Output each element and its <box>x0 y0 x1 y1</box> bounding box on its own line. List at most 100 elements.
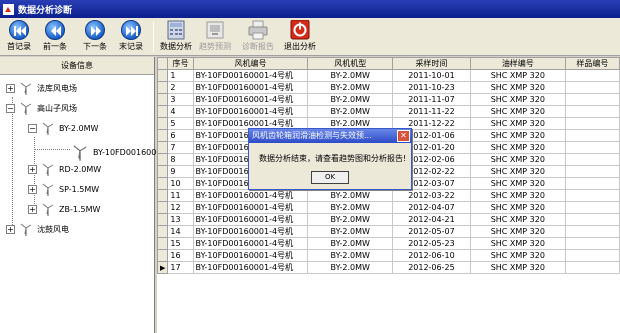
row-selector[interactable] <box>157 213 169 226</box>
dialog-close-button[interactable]: ✕ <box>397 130 410 142</box>
table-cell[interactable] <box>564 153 620 166</box>
tree-node-faku-wind-farm[interactable]: + 法库风电场 <box>6 81 77 95</box>
table-cell[interactable] <box>564 165 620 178</box>
table-cell[interactable] <box>564 117 620 130</box>
table-cell[interactable]: BY-10FD00160001-4号机 <box>192 201 309 214</box>
collapse-icon[interactable]: − <box>6 103 15 113</box>
next-record-button[interactable]: 下一条 <box>80 20 110 54</box>
collapse-icon[interactable]: − <box>28 123 37 133</box>
table-cell[interactable]: BY-10FD00160001-4号机 <box>192 93 309 106</box>
table-cell[interactable] <box>564 141 620 154</box>
tree-node-turbine-by-10fd[interactable]: BY-10FD0016000 <box>70 141 161 163</box>
tree-node-by-2mw[interactable]: − BY-2.0MW <box>28 121 98 135</box>
table-cell[interactable]: BY-2.0MW <box>307 237 394 250</box>
expand-icon[interactable]: + <box>6 83 15 93</box>
row-selector[interactable] <box>157 189 169 202</box>
tree-node-rd-2mw[interactable]: + RD-2.0MW <box>28 162 101 176</box>
table-cell[interactable] <box>564 225 620 238</box>
table-cell[interactable]: 2011-10-23 <box>392 81 471 94</box>
table-cell[interactable]: SHC XMP 320 <box>469 201 566 214</box>
row-selector[interactable] <box>157 141 169 154</box>
column-header[interactable]: 序号 <box>167 57 194 70</box>
table-cell[interactable]: 11 <box>167 189 194 202</box>
table-cell[interactable]: SHC XMP 320 <box>469 81 566 94</box>
table-cell[interactable]: 9 <box>167 165 194 178</box>
row-selector[interactable] <box>157 201 169 214</box>
row-selector[interactable] <box>157 177 169 190</box>
table-cell[interactable] <box>564 249 620 262</box>
table-row[interactable]: 3 BY-10FD00160001-4号机 BY-2.0MW 2011-11-07 SH… <box>157 93 620 106</box>
column-header[interactable]: 采样时间 <box>392 57 471 70</box>
column-header[interactable]: 风机机型 <box>307 57 394 70</box>
table-row[interactable]: 16 BY-10FD00160001-4号机 BY-2.0MW 2012-06-10 S… <box>157 249 620 262</box>
table-row[interactable]: 2 BY-10FD00160001-4号机 BY-2.0MW 2011-10-23 SH… <box>157 81 620 94</box>
table-cell[interactable] <box>564 93 620 106</box>
exit-analysis-button[interactable]: 退出分析 <box>282 20 318 54</box>
table-cell[interactable]: 2012-04-07 <box>392 201 471 214</box>
row-selector[interactable]: ▶ <box>157 261 169 274</box>
column-header[interactable]: 油样编号 <box>469 57 566 70</box>
table-row[interactable]: 4 BY-10FD00160001-4号机 BY-2.0MW 2011-11-22 SH… <box>157 105 620 118</box>
table-cell[interactable]: SHC XMP 320 <box>469 105 566 118</box>
table-row[interactable]: ▶ 17 BY-10FD00160001-4号机 BY-2.0MW 2012-06-25… <box>157 261 620 274</box>
table-cell[interactable]: 13 <box>167 213 194 226</box>
table-cell[interactable]: 7 <box>167 141 194 154</box>
expand-icon[interactable]: + <box>28 164 37 174</box>
table-cell[interactable]: 2011-11-07 <box>392 93 471 106</box>
table-cell[interactable]: BY-2.0MW <box>307 213 394 226</box>
table-cell[interactable]: 2011-10-01 <box>392 69 471 82</box>
table-cell[interactable]: 17 <box>167 261 194 274</box>
table-cell[interactable]: BY-10FD00160001-4号机 <box>192 249 309 262</box>
table-cell[interactable]: SHC XMP 320 <box>469 141 566 154</box>
table-cell[interactable]: SHC XMP 320 <box>469 177 566 190</box>
table-cell[interactable]: SHC XMP 320 <box>469 261 566 274</box>
table-cell[interactable] <box>564 69 620 82</box>
table-cell[interactable] <box>564 177 620 190</box>
tree-node-shengu-wind[interactable]: + 沈鼓风电 <box>6 222 69 236</box>
table-row[interactable]: 14 BY-10FD00160001-4号机 BY-2.0MW 2012-05-07 S… <box>157 225 620 238</box>
tree-node-sp-1.5mw[interactable]: + SP-1.5MW <box>28 182 99 196</box>
table-cell[interactable]: 2 <box>167 81 194 94</box>
table-cell[interactable]: BY-2.0MW <box>307 81 394 94</box>
table-cell[interactable] <box>564 129 620 142</box>
expand-icon[interactable]: + <box>28 184 37 194</box>
table-cell[interactable]: BY-2.0MW <box>307 261 394 274</box>
table-cell[interactable]: SHC XMP 320 <box>469 225 566 238</box>
table-cell[interactable]: 2012-03-22 <box>392 189 471 202</box>
row-selector[interactable] <box>157 165 169 178</box>
table-cell[interactable]: 2012-05-07 <box>392 225 471 238</box>
table-cell[interactable]: BY-10FD00160001-4号机 <box>192 105 309 118</box>
column-header[interactable]: 样品编号 <box>564 57 620 70</box>
last-record-button[interactable]: 末记录 <box>116 20 146 54</box>
diagnosis-report-button[interactable]: 诊断报告 <box>240 20 276 54</box>
table-cell[interactable]: BY-10FD00160001-4号机 <box>192 69 309 82</box>
table-cell[interactable]: 8 <box>167 153 194 166</box>
table-cell[interactable]: 2011-11-22 <box>392 105 471 118</box>
table-cell[interactable]: 3 <box>167 93 194 106</box>
table-cell[interactable]: BY-2.0MW <box>307 225 394 238</box>
first-record-button[interactable]: 首记录 <box>4 20 34 54</box>
table-cell[interactable]: 6 <box>167 129 194 142</box>
ok-button[interactable]: OK <box>311 171 349 184</box>
tree-node-zb-1.5mw[interactable]: + ZB-1.5MW <box>28 202 100 216</box>
table-cell[interactable]: SHC XMP 320 <box>469 93 566 106</box>
table-cell[interactable] <box>564 105 620 118</box>
row-selector[interactable] <box>157 237 169 250</box>
table-cell[interactable]: 5 <box>167 117 194 130</box>
table-cell[interactable]: BY-2.0MW <box>307 105 394 118</box>
table-cell[interactable]: 2012-06-10 <box>392 249 471 262</box>
column-header[interactable]: 风机编号 <box>192 57 309 70</box>
expand-icon[interactable]: + <box>28 204 37 214</box>
table-cell[interactable]: 4 <box>167 105 194 118</box>
row-selector[interactable] <box>157 105 169 118</box>
table-cell[interactable]: BY-2.0MW <box>307 189 394 202</box>
table-cell[interactable]: BY-2.0MW <box>307 93 394 106</box>
table-cell[interactable]: 2012-04-21 <box>392 213 471 226</box>
table-cell[interactable]: BY-2.0MW <box>307 69 394 82</box>
table-cell[interactable] <box>564 81 620 94</box>
table-row[interactable]: 1 BY-10FD00160001-4号机 BY-2.0MW 2011-10-01 SH… <box>157 69 620 82</box>
row-selector[interactable] <box>157 153 169 166</box>
table-cell[interactable] <box>564 189 620 202</box>
table-cell[interactable]: 16 <box>167 249 194 262</box>
table-cell[interactable]: 12 <box>167 201 194 214</box>
